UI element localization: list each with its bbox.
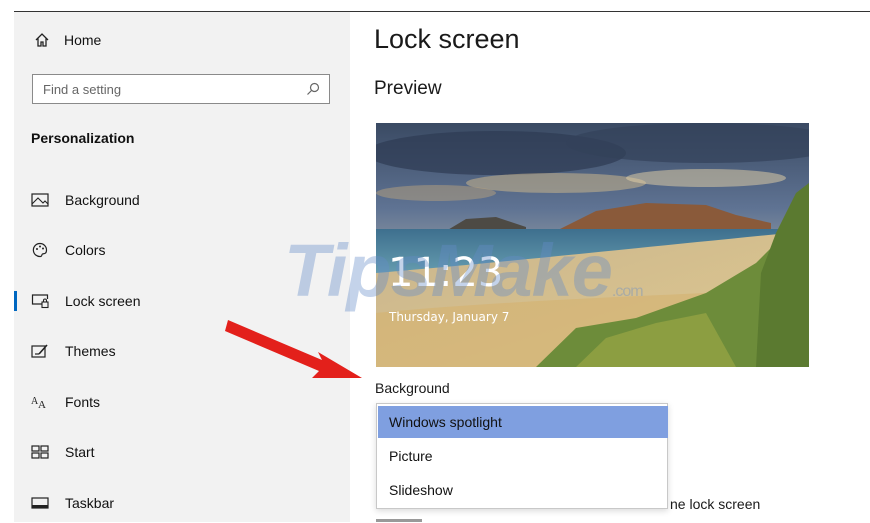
svg-text:A: A — [38, 399, 46, 409]
section-title: Personalization — [31, 130, 135, 146]
home-icon — [35, 33, 49, 47]
sidebar-item-label: Taskbar — [65, 495, 115, 511]
search-placeholder: Find a setting — [43, 82, 122, 97]
lock-screen-icon — [30, 293, 50, 309]
search-icon[interactable] — [306, 82, 320, 96]
red-arrow-annotation — [225, 320, 362, 378]
home-link[interactable]: Home — [34, 32, 101, 48]
start-icon — [30, 444, 50, 460]
sidebar-item-label: Lock screen — [65, 293, 141, 309]
watermark-logo: TipsMake.com — [284, 229, 644, 312]
preview-heading: Preview — [374, 78, 442, 99]
sidebar-item-fonts[interactable]: AA Fonts — [14, 382, 350, 422]
sidebar-item-label: Background — [65, 192, 140, 208]
taskbar-icon — [30, 495, 50, 511]
partial-setting-text: ne lock screen — [670, 496, 761, 512]
palette-icon — [30, 242, 50, 258]
dropdown-option-picture[interactable]: Picture — [378, 440, 668, 472]
dropdown-option-slideshow[interactable]: Slideshow — [378, 474, 668, 506]
home-label: Home — [64, 32, 102, 48]
themes-icon — [30, 343, 50, 359]
sidebar-item-start[interactable]: Start — [14, 432, 350, 472]
sidebar-item-label: Themes — [65, 343, 116, 359]
search-input[interactable]: Find a setting — [32, 74, 330, 104]
fonts-icon: AA — [30, 394, 50, 410]
sidebar-item-label: Start — [65, 444, 95, 460]
sidebar-item-label: Fonts — [65, 394, 101, 410]
dropdown-option-windows-spotlight[interactable]: Windows spotlight — [378, 406, 668, 438]
page-title: Lock screen — [374, 24, 520, 54]
sidebar-item-label: Colors — [65, 242, 106, 258]
picture-icon — [30, 192, 50, 208]
sidebar-item-background[interactable]: Background — [14, 180, 350, 220]
background-dropdown-list[interactable]: Windows spotlight Picture Slideshow — [376, 403, 668, 509]
sidebar-item-taskbar[interactable]: Taskbar — [14, 483, 350, 523]
background-setting-label: Background — [375, 380, 450, 396]
